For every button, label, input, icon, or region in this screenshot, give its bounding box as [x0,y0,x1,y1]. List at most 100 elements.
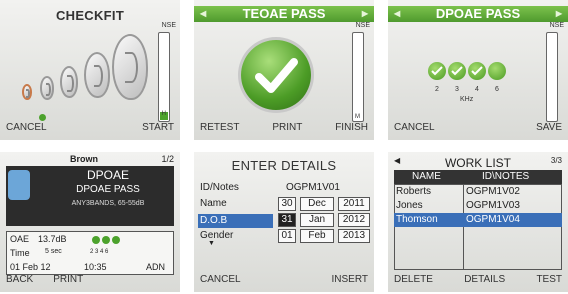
month-cell[interactable]: Dec [300,197,334,211]
row-notes: OGPM1V04 [466,214,520,225]
noise-meter [352,32,364,122]
oae-value: 13.7dB [38,234,67,244]
title-bar: ◀ WORK LIST 3/3 [388,156,568,170]
date-value: 01 Feb 12 [10,262,51,272]
result-panel: DPOAE DPOAE PASS ANY3BANDS, 65-55dB [6,166,174,226]
pass-dot-icon [102,236,110,244]
page-indicator: 1/2 [161,154,174,164]
table-row[interactable]: Roberts OGPM1V02 [394,185,562,199]
freq-label: 2 [435,86,439,93]
teoae-pass-screen: ◀ TEOAE PASS ▶ NSE M RETEST PRINT FINISH [194,0,374,140]
delete-button[interactable]: DELETE [394,274,433,288]
screen-title: DPOAE PASS [435,6,521,21]
right-arrow-icon[interactable]: ▶ [556,6,562,22]
test-type: DPOAE [86,168,129,182]
softkey-bar: CANCEL INSERT [200,274,368,288]
patient-name: Brown [70,154,98,164]
gender-label: Gender [200,230,234,241]
print-button[interactable]: PRINT [272,122,302,136]
details-button[interactable]: DETAILS [464,274,505,288]
freq-label: 6 [495,86,499,93]
screen-title: WORK LIST [444,156,511,170]
column-header-notes: ID\NOTES [482,171,530,182]
start-button[interactable]: START [142,122,174,136]
record-screen: Brown 1/2 DPOAE DPOAE PASS ANY3BANDS, 65… [0,152,180,292]
noise-meter [546,32,558,122]
time-value: 5 sec [45,248,62,255]
meter-label-bottom: M [355,114,360,120]
cancel-button[interactable]: CANCEL [200,274,241,288]
softkey-bar: RETEST PRINT FINISH [200,122,368,136]
month-cell[interactable]: Jan [300,213,334,227]
table-row[interactable]: Jones OGPM1V03 [394,199,562,213]
ear-icon [8,170,30,200]
work-list-screen: ◀ WORK LIST 3/3 NAME ID\NOTES Roberts OG… [388,152,568,292]
ear-icon-xlarge [84,52,110,98]
pass-dot-icon [448,62,466,80]
row-notes: OGPM1V03 [466,200,520,211]
save-button[interactable]: SAVE [536,122,562,136]
page-indicator: 3/3 [550,156,562,165]
record-header: Brown 1/2 [0,154,180,166]
retest-button[interactable]: RETEST [200,122,239,136]
year-cell[interactable]: 2012 [338,213,370,227]
ear-icon-xxlarge [112,34,148,100]
test-button[interactable]: TEST [536,274,562,288]
tag-value: ADN [146,262,166,272]
right-arrow-icon[interactable]: ▶ [362,6,368,22]
checkfit-screen: CHECKFIT NSE H CANCEL START [0,0,180,140]
time-label: Time [10,248,30,258]
left-arrow-icon[interactable]: ◀ [394,6,400,22]
meter-label-top: NSE [355,22,370,29]
freq-label: 4 [475,86,479,93]
column-header-name: NAME [412,171,441,182]
meter-label-top: NSE [161,22,176,29]
day-cell[interactable]: 30 [278,197,296,211]
dob-row-highlight[interactable]: D.O.B [198,214,273,228]
test-result: DPOAE PASS [76,184,140,195]
pass-dot-icon [468,62,486,80]
day-cell[interactable]: 01 [278,229,296,243]
left-arrow-icon[interactable]: ◀ [200,6,206,22]
year-cell[interactable]: 2013 [338,229,370,243]
row-name: Jones [396,200,423,211]
ear-icon-medium [40,76,54,100]
back-button[interactable]: BACK [6,274,33,288]
title-bar: ◀ TEOAE PASS ▶ [194,6,374,22]
screen-title: CHECKFIT [55,8,125,23]
row-name: Thomson [396,214,438,225]
freq-labels: 2 3 4 6 [90,249,109,255]
screen-title: ENTER DETAILS [231,158,337,173]
pass-dot-icon [112,236,120,244]
test-criteria: ANY3BANDS, 65-55dB [71,200,145,207]
screen-title: TEOAE PASS [242,6,326,21]
month-cell[interactable]: Feb [300,229,334,243]
time-of-day: 10:35 [84,262,107,272]
meter-label-bottom: H [161,111,166,117]
softkey-bar: BACK PRINT [6,274,174,288]
freq-unit: KHz [460,96,474,103]
freq-label: 3 [455,86,459,93]
meter-label-top: NSE [549,22,564,29]
dpoae-pass-screen: ◀ DPOAE PASS ▶ 2 3 4 6 KHz NSE CANCEL SA… [388,0,568,140]
ear-icon-small [22,84,32,100]
softkey-bar: DELETE DETAILS TEST [394,274,562,288]
softkey-bar: CANCEL START [6,122,174,136]
ear-icon-large [60,66,78,98]
down-arrow-icon[interactable]: ▼ [208,240,215,247]
print-button[interactable]: PRINT [53,274,83,288]
day-cell-selected[interactable]: 31 [278,213,296,227]
enter-details-screen: ENTER DETAILS ID/Notes OGPM1V01 Name D.O… [194,152,374,292]
left-arrow-icon[interactable]: ◀ [394,156,400,165]
insert-button[interactable]: INSERT [332,274,369,288]
id-value[interactable]: OGPM1V01 [286,182,340,193]
table-row-selected[interactable]: Thomson OGPM1V04 [394,213,562,227]
row-notes: OGPM1V02 [466,186,520,197]
cancel-button[interactable]: CANCEL [394,122,435,136]
year-cell[interactable]: 2011 [338,197,370,211]
cancel-button[interactable]: CANCEL [6,122,47,136]
fit-indicator-dot [39,114,46,121]
softkey-bar: CANCEL SAVE [394,122,562,136]
pass-dot-icon [488,62,506,80]
finish-button[interactable]: FINISH [335,122,368,136]
